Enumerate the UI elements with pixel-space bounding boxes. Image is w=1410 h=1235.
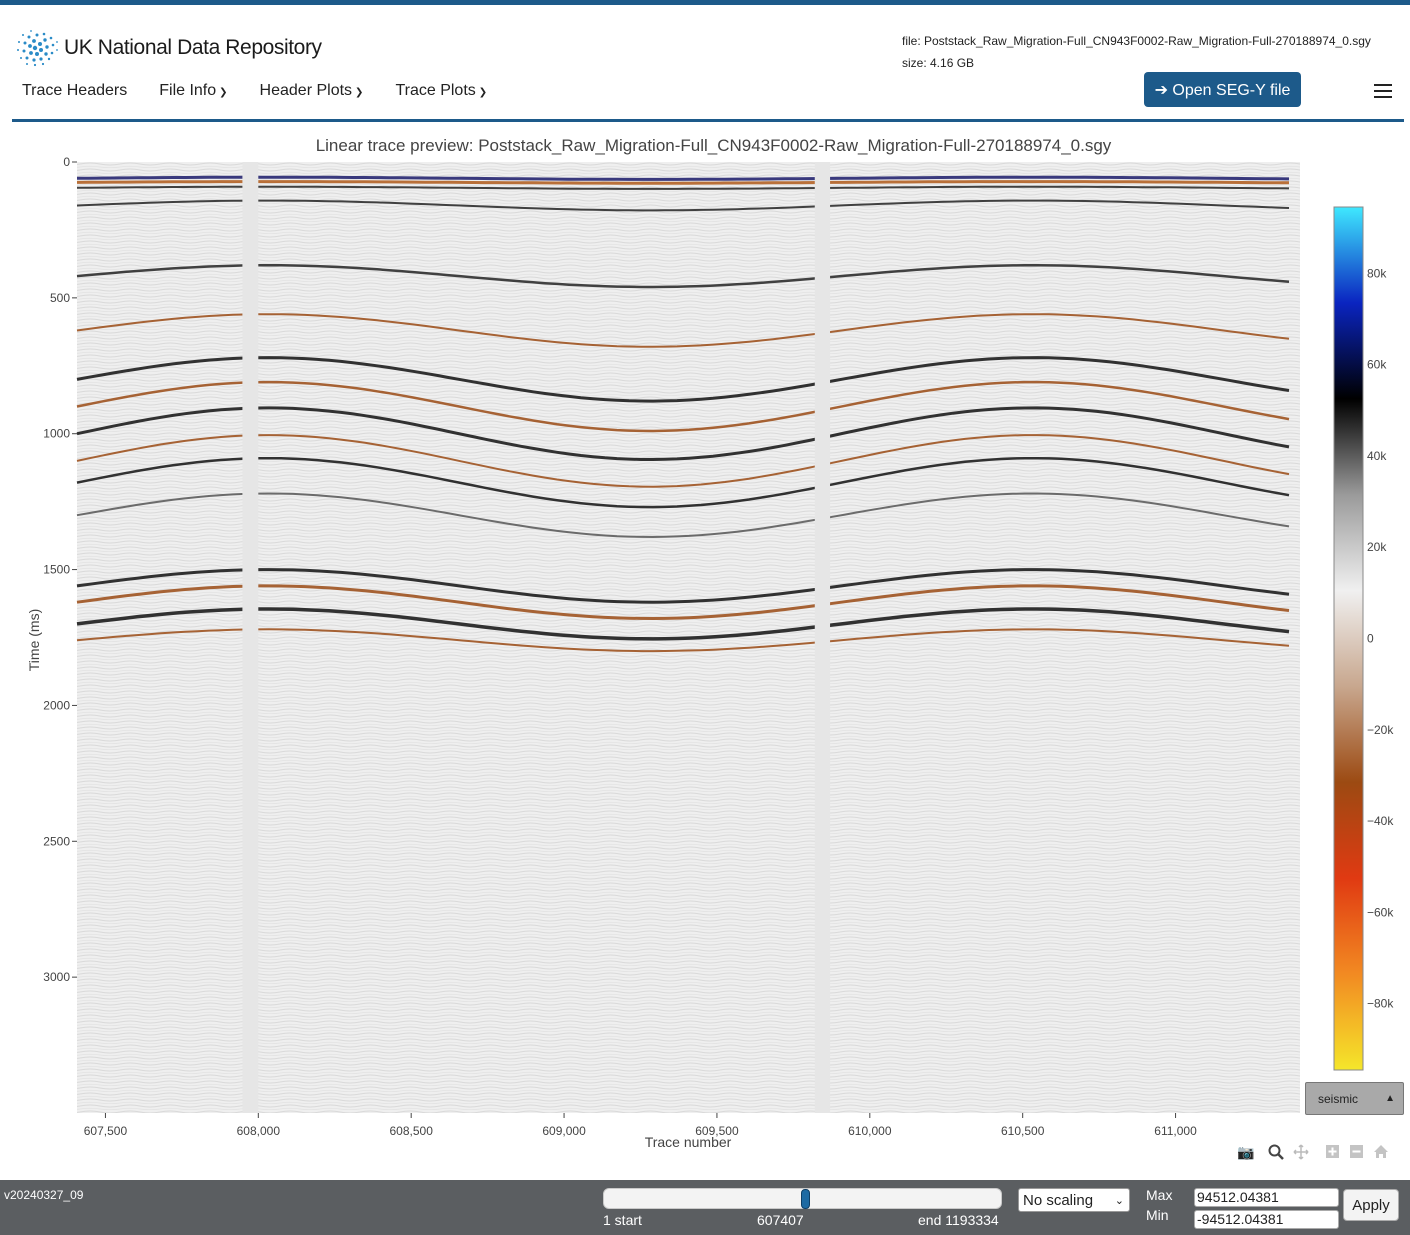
ndr-logo[interactable]: UK National Data Repository [14,28,322,68]
triangle-up-icon: ▲ [1385,1093,1395,1104]
min-input[interactable]: -94512.04381 [1194,1210,1339,1229]
colorbar-gradient [1333,206,1364,1071]
scaling-select[interactable]: No scaling ⌄ [1018,1188,1130,1212]
y-axis: 0 500 1000 1500 2000 2500 3000 [43,155,77,984]
home-icon[interactable] [1373,1144,1389,1162]
colorbar-tick-label: 40k [1367,449,1387,463]
y-tick-label: 0 [63,155,70,169]
slider-current-value: 607407 [757,1212,804,1228]
y-tick-label: 1000 [43,427,70,441]
nav-label: Header Plots [259,82,353,99]
footer-bar: v20240327_09 1 start 607407 end 1193334 … [0,1180,1410,1235]
y-axis-label: Time (ms) [26,609,42,671]
nav-divider [12,119,1404,122]
colorbar-tick-label: −80k [1367,997,1394,1011]
y-tick-label: 500 [50,291,70,305]
zoom-out-icon[interactable] [1349,1144,1364,1162]
x-axis: 607,500 608,000 608,500 609,000 609,500 610,0… [84,1113,1197,1138]
max-input[interactable]: 94512.04381 [1194,1188,1339,1207]
colorbar-tick-label: 20k [1367,540,1387,554]
x-tick-label: 611,000 [1154,1124,1197,1138]
y-tick-label: 2000 [43,698,70,712]
nav-label: Trace Plots [395,82,476,99]
colorbar-tick-label: −60k [1367,905,1394,919]
x-tick-label: 610,500 [1001,1124,1045,1138]
pan-icon[interactable] [1293,1144,1309,1163]
logo-text: UK National Data Repository [64,36,322,59]
nav-trace-plots[interactable]: Trace Plots ❯ [395,82,487,100]
ndr-logo-icon [17,30,58,67]
seismic-image[interactable] [76,162,1300,1113]
chevron-down-icon: ❯ [355,87,364,98]
main-nav: Trace Headers File Info ❯ Header Plots ❯ T… [22,82,519,100]
colorbar-tick-label: 0 [1367,632,1374,646]
colormap-select[interactable]: seismic ▲ [1305,1082,1404,1115]
y-tick-label: 1500 [43,563,70,577]
apply-button[interactable]: Apply [1343,1189,1399,1221]
file-size: size: 4.16 GB [902,56,975,70]
nav-header-plots[interactable]: Header Plots ❯ [260,82,364,100]
colormap-value: seismic [1318,1091,1359,1106]
zoom-in-icon[interactable] [1325,1144,1340,1162]
min-label: Min [1146,1207,1169,1223]
version-label: v20240327_09 [4,1188,84,1202]
y-tick-label: 3000 [43,970,70,984]
file-name: file: Poststack_Raw_Migration-Full_CN943… [902,34,1371,48]
x-tick-label: 609,000 [542,1124,586,1138]
seismic-plot[interactable]: 0 500 1000 1500 2000 2500 3000 607,500 608,000 6… [0,150,1410,1150]
slider-start-label: 1 start [603,1212,642,1228]
trace-gap [242,162,259,1113]
x-axis-label: Trace number [645,1134,732,1150]
chevron-down-icon: ⌄ [1114,1194,1124,1207]
camera-icon[interactable]: 📷 [1237,1144,1254,1161]
colorbar: 80k 60k 40k 20k 0 −20k −40k −60k −80k [1333,206,1394,1071]
nav-file-info[interactable]: File Info ❯ [159,82,227,100]
slider-handle[interactable] [801,1189,811,1209]
hamburger-menu-icon[interactable] [1374,84,1392,100]
x-tick-label: 608,000 [237,1124,281,1138]
zoom-icon[interactable] [1268,1144,1284,1163]
y-axis-label-wrap: Time (ms) [26,609,42,671]
nav-trace-headers[interactable]: Trace Headers [22,82,127,100]
colorbar-tick-label: 60k [1367,358,1387,372]
open-segy-button[interactable]: ➔ Open SEG-Y file [1144,72,1301,107]
y-tick-label: 2500 [43,834,70,848]
trace-gap [814,162,831,1113]
chevron-down-icon: ❯ [219,87,228,98]
scaling-value: No scaling [1023,1191,1094,1209]
slider-end-label: end 1193334 [918,1212,999,1228]
colorbar-tick-label: −40k [1367,814,1394,828]
colorbar-tick-label: 80k [1367,266,1387,280]
max-label: Max [1146,1187,1173,1203]
colorbar-tick-label: −20k [1367,723,1394,737]
chevron-down-icon: ❯ [478,87,488,98]
nav-label: Trace Headers [22,82,128,99]
x-tick-label: 607,500 [84,1124,128,1138]
nav-label: File Info [159,82,217,99]
file-info: file: Poststack_Raw_Migration-Full_CN943… [902,30,1371,74]
top-accent-bar [0,0,1410,5]
x-tick-label: 610,000 [848,1124,892,1138]
x-tick-label: 608,500 [389,1124,433,1138]
reflector-band [76,180,1290,185]
